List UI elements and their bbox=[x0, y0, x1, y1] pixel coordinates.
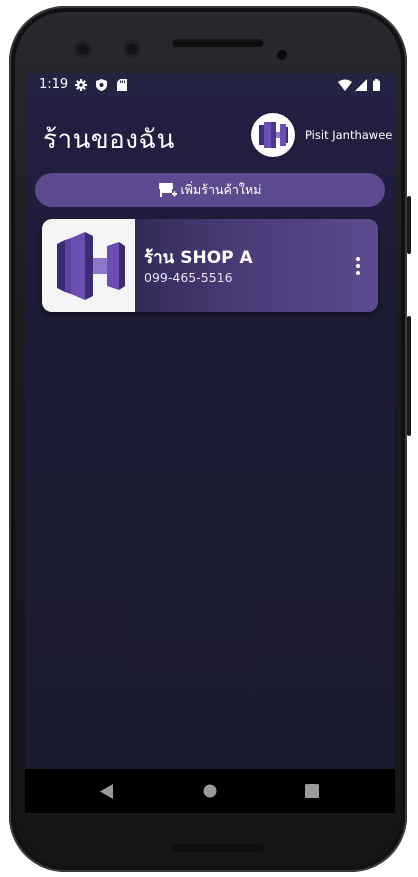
shop-card[interactable]: ร้าน SHOP A 099-465-5516 bbox=[42, 219, 378, 312]
shield-icon bbox=[96, 79, 107, 91]
power-button bbox=[407, 196, 411, 254]
wifi-icon bbox=[338, 79, 352, 91]
nav-bar bbox=[25, 769, 395, 813]
add-store-label: เพิ่มร้านค้าใหม่ bbox=[180, 182, 262, 197]
status-bar: 1:19 bbox=[25, 73, 395, 97]
proximity-sensor bbox=[277, 50, 287, 60]
shop-phone: 099-465-5516 bbox=[144, 270, 233, 285]
sd-card-icon bbox=[117, 79, 127, 91]
earpiece-speaker bbox=[172, 39, 264, 47]
front-camera bbox=[74, 40, 92, 58]
bottom-speaker bbox=[172, 844, 264, 852]
signal-icon bbox=[355, 79, 367, 91]
company-logo-icon bbox=[259, 122, 288, 148]
user-name: Pisit Janthawee bbox=[305, 128, 393, 142]
front-sensor bbox=[123, 40, 141, 58]
status-time: 1:19 bbox=[39, 77, 69, 92]
home-icon[interactable] bbox=[203, 784, 217, 798]
shop-logo-icon bbox=[56, 231, 125, 300]
store-add-icon bbox=[158, 182, 177, 197]
back-icon[interactable] bbox=[100, 784, 114, 799]
more-options-icon[interactable] bbox=[354, 257, 362, 275]
shop-logo bbox=[42, 219, 135, 312]
page-title: ร้านของฉัน bbox=[43, 125, 175, 155]
shop-name: ร้าน SHOP A bbox=[144, 248, 253, 268]
app-body: ร้านของฉัน Pisit Janthawee เพิ่มร้านค้าใ… bbox=[25, 97, 395, 769]
gear-icon bbox=[75, 79, 87, 91]
recents-icon[interactable] bbox=[305, 784, 319, 798]
volume-button bbox=[407, 316, 411, 436]
battery-icon bbox=[373, 79, 380, 91]
avatar[interactable] bbox=[251, 113, 295, 157]
screen: 1:19 ร้านของฉัน Pisit Janthawee เพิ่มร้า… bbox=[25, 73, 395, 813]
add-store-button[interactable]: เพิ่มร้านค้าใหม่ bbox=[35, 173, 385, 207]
